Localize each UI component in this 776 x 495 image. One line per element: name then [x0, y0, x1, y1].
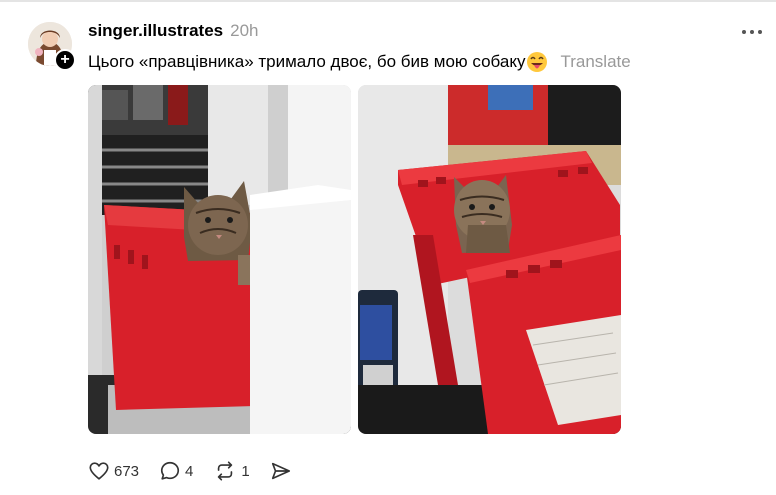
repost-button[interactable]: 1 — [213, 460, 250, 482]
post-photo-1[interactable] — [88, 85, 351, 434]
author-avatar[interactable]: + — [28, 22, 76, 71]
reply-count: 4 — [185, 462, 194, 480]
repost-icon — [213, 460, 237, 482]
heart-icon — [88, 460, 110, 482]
top-divider — [0, 0, 776, 2]
username[interactable]: singer.illustrates — [88, 21, 223, 41]
like-button[interactable]: 673 — [88, 460, 139, 482]
reply-button[interactable]: 4 — [159, 460, 193, 482]
like-count: 673 — [114, 462, 140, 480]
post-photo-2[interactable] — [358, 85, 621, 434]
post-header: singer.illustrates 20h — [88, 21, 259, 41]
repost-count: 1 — [241, 462, 250, 480]
speech-bubble-icon — [159, 460, 181, 482]
follow-plus-icon[interactable]: + — [54, 49, 76, 71]
send-icon — [270, 460, 292, 482]
post-caption: Цього «правцівника» тримало двоє, бо бив… — [88, 51, 631, 73]
post-timestamp: 20h — [230, 21, 259, 40]
post-actions: 673 4 1 — [88, 458, 312, 484]
translate-link[interactable]: Translate — [560, 52, 630, 72]
face-with-tongue-emoji-icon — [526, 51, 548, 73]
share-button[interactable] — [270, 460, 292, 482]
more-options-icon[interactable] — [742, 30, 762, 34]
caption-text: Цього «правцівника» тримало двоє, бо бив… — [88, 52, 526, 71]
